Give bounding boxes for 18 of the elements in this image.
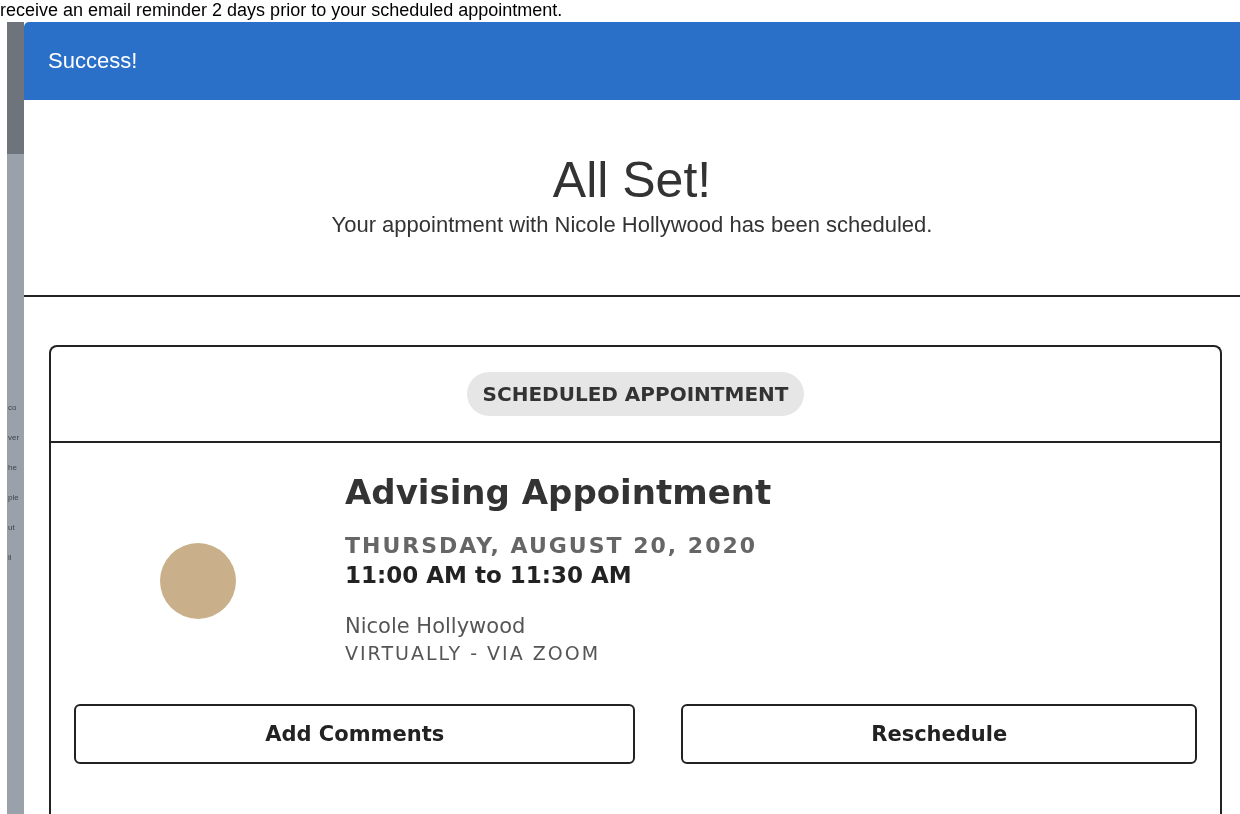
- appointment-date: THURSDAY, AUGUST 20, 2020: [345, 533, 759, 558]
- status-badge: SCHEDULED APPOINTMENT: [466, 372, 805, 416]
- background-text: ut: [8, 522, 16, 534]
- heading: All Set!: [552, 151, 712, 210]
- reschedule-button[interactable]: Reschedule: [681, 704, 1197, 764]
- background-text: co: [8, 402, 18, 414]
- dialog-header: Success!: [24, 22, 1240, 100]
- advisor-name: Nicole Hollywood: [345, 614, 527, 638]
- confirmation-message: Your appointment with Nicole Hollywood has been scheduled.: [331, 212, 933, 238]
- appointment-time: 11:00 AM to 11:30 AM: [345, 562, 633, 588]
- background-text: il: [8, 552, 13, 564]
- instruction-text: receive an email reminder 2 days prior to your scheduled appointment.: [0, 0, 563, 21]
- background-text: ple: [8, 492, 20, 504]
- appointment-title: Advising Appointment: [345, 471, 772, 513]
- background-text: he: [8, 462, 18, 474]
- appointment-location: VIRTUALLY - VIA ZOOM: [345, 642, 602, 664]
- background-text: ver: [8, 432, 20, 444]
- add-comments-button[interactable]: Add Comments: [74, 704, 636, 764]
